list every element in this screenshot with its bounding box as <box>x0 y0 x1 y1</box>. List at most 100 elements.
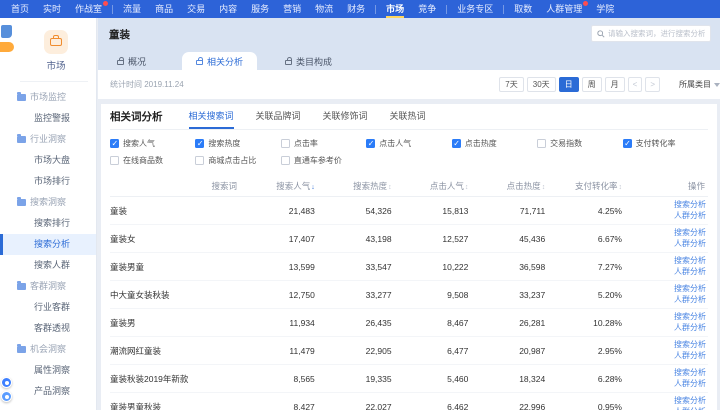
date-range-button[interactable]: 7天 <box>499 77 523 93</box>
crowd-analysis-link[interactable]: 人群分析 <box>674 295 706 305</box>
topnav-item[interactable]: 竞争 <box>411 0 443 18</box>
search-analysis-link[interactable]: 搜索分析 <box>674 284 706 294</box>
sidebar-item[interactable]: 属性洞察 <box>0 360 96 381</box>
analysis-tab[interactable]: 类目构成 <box>271 52 346 70</box>
search-analysis-link[interactable]: 搜索分析 <box>674 340 706 350</box>
search-analysis-link[interactable]: 搜索分析 <box>674 256 706 266</box>
floating-help-button[interactable] <box>1 391 12 402</box>
date-range-button[interactable]: 日 <box>559 77 579 93</box>
sidebar-item[interactable]: 产品洞察 <box>0 381 96 402</box>
metric-checkbox[interactable]: 点击热度 <box>452 138 537 149</box>
checkbox-icon[interactable] <box>110 139 119 148</box>
metric-checkbox[interactable]: 支付转化率 <box>623 138 708 149</box>
date-range-button[interactable]: 30天 <box>527 77 556 93</box>
topnav-item[interactable]: 物流 <box>308 0 340 18</box>
sidebar-item[interactable]: 市场监控 <box>0 87 96 108</box>
search-analysis-link[interactable]: 搜索分析 <box>674 368 706 378</box>
sidebar-item[interactable]: 监控警报 <box>0 108 96 129</box>
metric-checkbox[interactable]: 直通车参考价 <box>281 155 366 166</box>
topnav-item[interactable]: 商品 <box>148 0 180 18</box>
analysis-tab[interactable]: 相关分析 <box>182 52 257 70</box>
sidebar-item[interactable]: 机会洞察 <box>0 339 96 360</box>
topnav-item[interactable]: 人群管理 <box>539 0 589 18</box>
date-range-button[interactable]: > <box>645 77 660 93</box>
topnav-item[interactable]: 首页 <box>4 0 36 18</box>
topnav-item[interactable] <box>503 5 504 14</box>
sidebar-item[interactable]: 行业洞察 <box>0 129 96 150</box>
metric-checkbox[interactable]: 在线商品数 <box>110 155 195 166</box>
metric-checkbox[interactable]: 搜索人气 <box>110 138 195 149</box>
checkbox-icon[interactable] <box>366 139 375 148</box>
table-column-header[interactable]: 搜索词 <box>110 180 260 192</box>
search-input[interactable] <box>608 29 705 38</box>
checkbox-icon[interactable] <box>452 139 461 148</box>
table-column-header[interactable]: 搜索人气↓ <box>260 180 337 192</box>
checkbox-icon[interactable] <box>110 156 119 165</box>
table-column-header[interactable]: 操作 <box>644 180 708 192</box>
checkbox-icon[interactable] <box>195 156 204 165</box>
topnav-item[interactable]: 营销 <box>276 0 308 18</box>
topnav-item[interactable]: 内容 <box>212 0 244 18</box>
checkbox-icon[interactable] <box>281 156 290 165</box>
topnav-item[interactable]: 作战室 <box>68 0 109 18</box>
app-logo-icon[interactable] <box>1 25 12 38</box>
topnav-item[interactable]: 流量 <box>116 0 148 18</box>
metric-checkbox[interactable]: 搜索热度 <box>195 138 280 149</box>
topnav-item[interactable]: 财务 <box>340 0 372 18</box>
sort-icon[interactable]: ↓ <box>311 184 315 191</box>
crowd-analysis-link[interactable]: 人群分析 <box>674 379 706 389</box>
crowd-analysis-link[interactable]: 人群分析 <box>674 323 706 333</box>
sidebar-item[interactable]: 搜索洞察 <box>0 192 96 213</box>
sort-icon[interactable]: ↕ <box>542 184 546 191</box>
word-type-subtab[interactable]: 关联热词 <box>390 104 426 129</box>
analysis-tab[interactable]: 概况 <box>103 52 160 70</box>
search-analysis-link[interactable]: 搜索分析 <box>674 312 706 322</box>
sidebar-item[interactable]: 市场排行 <box>0 171 96 192</box>
metric-checkbox[interactable]: 点击人气 <box>366 138 451 149</box>
topnav-item[interactable]: 市场 <box>379 0 411 18</box>
sidebar-item[interactable]: 搜索排行 <box>0 213 96 234</box>
topnav-item[interactable]: 实时 <box>36 0 68 18</box>
topnav-item[interactable]: 学院 <box>589 0 621 18</box>
sidebar-item[interactable]: 客群洞察 <box>0 276 96 297</box>
table-column-header[interactable]: 搜索热度↕ <box>337 180 414 192</box>
search-analysis-link[interactable]: 搜索分析 <box>674 200 706 210</box>
search-analysis-link[interactable]: 搜索分析 <box>674 228 706 238</box>
topnav-item[interactable]: 服务 <box>244 0 276 18</box>
metric-checkbox[interactable]: 商城点击占比 <box>195 155 280 166</box>
sort-icon[interactable]: ↕ <box>388 184 392 191</box>
crowd-analysis-link[interactable]: 人群分析 <box>674 239 706 249</box>
sort-icon[interactable]: ↕ <box>465 184 469 191</box>
topnav-item[interactable] <box>112 5 113 14</box>
sidebar-item[interactable]: 搜索分析 <box>0 234 96 255</box>
sidebar-item[interactable]: 市场大盘 <box>0 150 96 171</box>
topnav-item[interactable] <box>446 5 447 14</box>
metric-checkbox[interactable]: 点击率 <box>281 138 366 149</box>
sidebar-item[interactable]: 行业客群 <box>0 297 96 318</box>
search-analysis-link[interactable]: 搜索分析 <box>674 396 706 406</box>
word-type-subtab[interactable]: 关联品牌词 <box>256 104 301 129</box>
table-column-header[interactable]: 点击热度↕ <box>490 180 567 192</box>
table-column-header[interactable]: 支付转化率↕ <box>567 180 644 192</box>
sidebar-item[interactable]: 客群透视 <box>0 318 96 339</box>
crowd-analysis-link[interactable]: 人群分析 <box>674 211 706 221</box>
topnav-item[interactable]: 取数 <box>507 0 539 18</box>
date-range-button[interactable]: 周 <box>582 77 602 93</box>
topnav-item[interactable] <box>375 5 376 14</box>
checkbox-icon[interactable] <box>195 139 204 148</box>
category-dropdown[interactable]: 所属类目 <box>679 79 720 90</box>
topnav-item[interactable]: 交易 <box>180 0 212 18</box>
topnav-item[interactable]: 业务专区 <box>450 0 500 18</box>
floating-assistant-button[interactable] <box>1 377 12 388</box>
checkbox-icon[interactable] <box>623 139 632 148</box>
metric-checkbox[interactable]: 交易指数 <box>537 138 622 149</box>
word-type-subtab[interactable]: 关联修饰词 <box>323 104 368 129</box>
date-range-button[interactable]: < <box>628 77 643 93</box>
table-column-header[interactable]: 点击人气↕ <box>414 180 491 192</box>
crowd-analysis-link[interactable]: 人群分析 <box>674 267 706 277</box>
checkbox-icon[interactable] <box>281 139 290 148</box>
keyword-search-box[interactable] <box>591 25 711 42</box>
sidebar-item[interactable]: 搜索人群 <box>0 255 96 276</box>
checkbox-icon[interactable] <box>537 139 546 148</box>
crowd-analysis-link[interactable]: 人群分析 <box>674 351 706 361</box>
